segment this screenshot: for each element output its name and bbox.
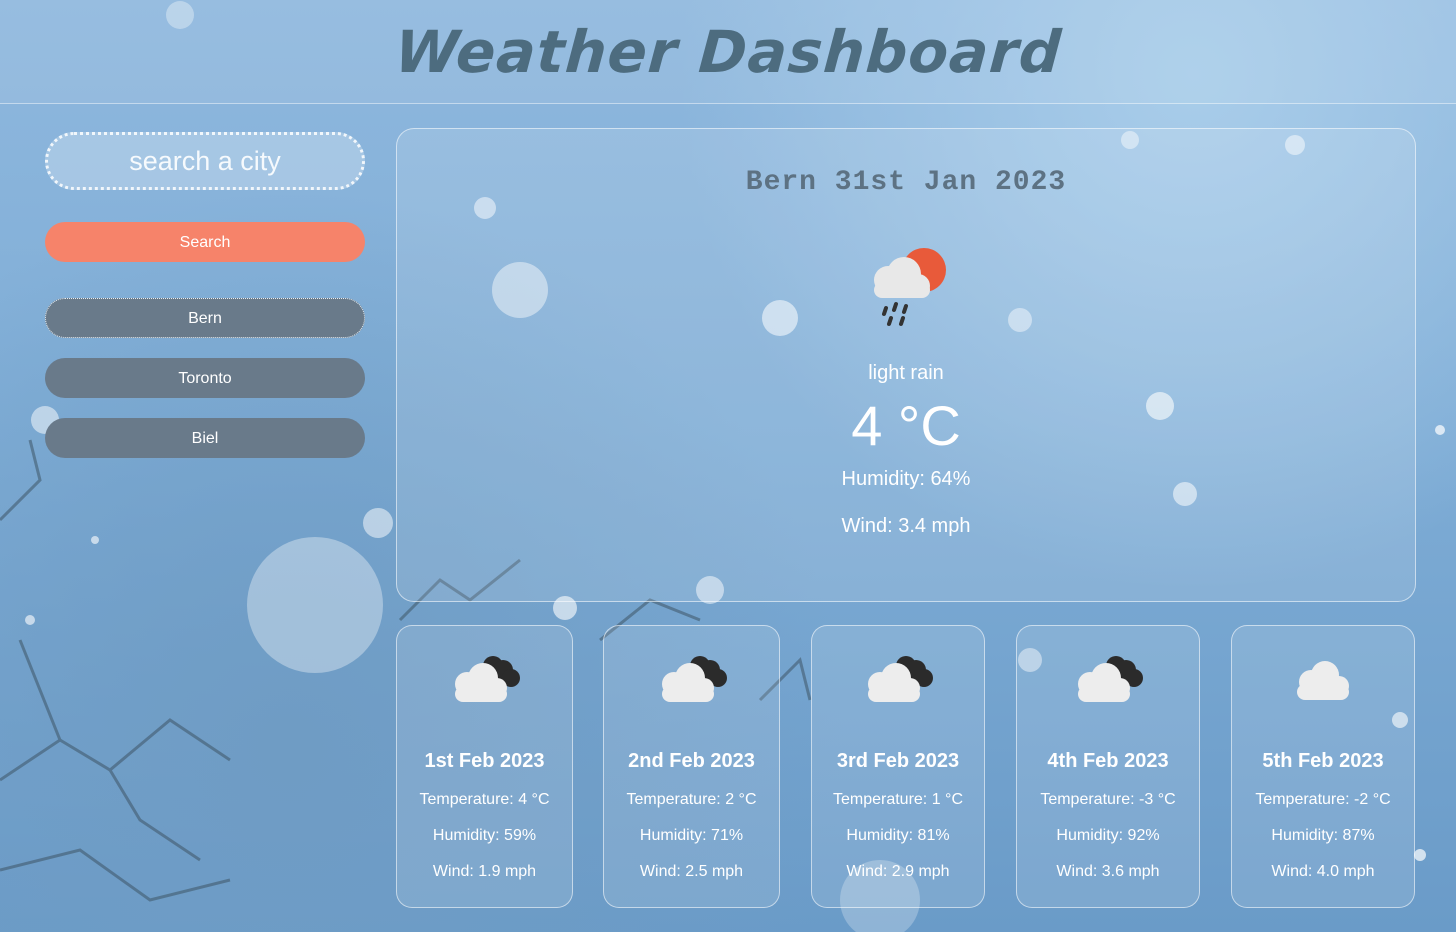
forecast-date: 3rd Feb 2023 [836,750,960,772]
history-button-bern[interactable]: Bern [45,298,365,338]
history-button-biel[interactable]: Biel [45,418,365,458]
current-city-date: Bern 31st Jan 2023 [745,167,1067,198]
forecast-date: 5th Feb 2023 [1262,750,1384,772]
cloud-icon [1283,648,1363,708]
header-bar: Weather Dashboard [0,0,1456,104]
forecast-date: 4th Feb 2023 [1047,750,1169,772]
forecast-humidity: Humidity: 71% [639,827,744,844]
light-rain-sun-icon [856,238,956,338]
forecast-card: 4th Feb 2023 Temperature: -3 °C Humidity… [1016,625,1200,908]
forecast-wind: Wind: 1.9 mph [432,863,537,880]
search-button[interactable]: Search [45,222,365,262]
search-history: Bern Toronto Biel [45,298,365,458]
forecast-temperature: Temperature: 4 °C [419,791,550,808]
weather-description: light rain [868,362,944,384]
forecast-temperature: Temperature: -2 °C [1255,791,1391,808]
forecast-humidity: Humidity: 59% [432,827,537,844]
forecast-humidity: Humidity: 87% [1271,827,1375,844]
current-weather-panel: Bern 31st Jan 2023 light rain 4 °C Humid… [396,128,1416,602]
current-humidity: Humidity: 64% [841,468,971,490]
dark-clouds-icon [652,648,732,708]
forecast-card: 1st Feb 2023 Temperature: 4 °C Humidity:… [396,625,573,908]
forecast-wind: Wind: 2.5 mph [639,863,744,880]
forecast-wind: Wind: 3.6 mph [1056,863,1160,880]
forecast-card: 5th Feb 2023 Temperature: -2 °C Humidity… [1231,625,1415,908]
forecast-date: 2nd Feb 2023 [628,750,755,772]
sidebar: Search Bern Toronto Biel [45,132,365,478]
page-title: Weather Dashboard [392,17,1064,86]
forecast-temperature: Temperature: 2 °C [626,791,757,808]
current-temperature: 4 °C [851,394,961,457]
forecast-temperature: Temperature: 1 °C [832,791,963,808]
forecast-humidity: Humidity: 81% [846,827,950,844]
forecast-temperature: Temperature: -3 °C [1040,791,1176,808]
history-button-toronto[interactable]: Toronto [45,358,365,398]
forecast-humidity: Humidity: 92% [1056,827,1160,844]
forecast-date: 1st Feb 2023 [424,750,545,772]
forecast-card: 3rd Feb 2023 Temperature: 1 °C Humidity:… [811,625,985,908]
current-wind: Wind: 3.4 mph [841,515,971,537]
city-search-input[interactable] [45,132,365,190]
forecast-wind: Wind: 4.0 mph [1271,863,1375,880]
forecast-card: 2nd Feb 2023 Temperature: 2 °C Humidity:… [603,625,780,908]
dark-clouds-icon [445,648,525,708]
dark-clouds-icon [858,648,938,708]
dark-clouds-icon [1068,648,1148,708]
forecast-wind: Wind: 2.9 mph [846,863,950,880]
